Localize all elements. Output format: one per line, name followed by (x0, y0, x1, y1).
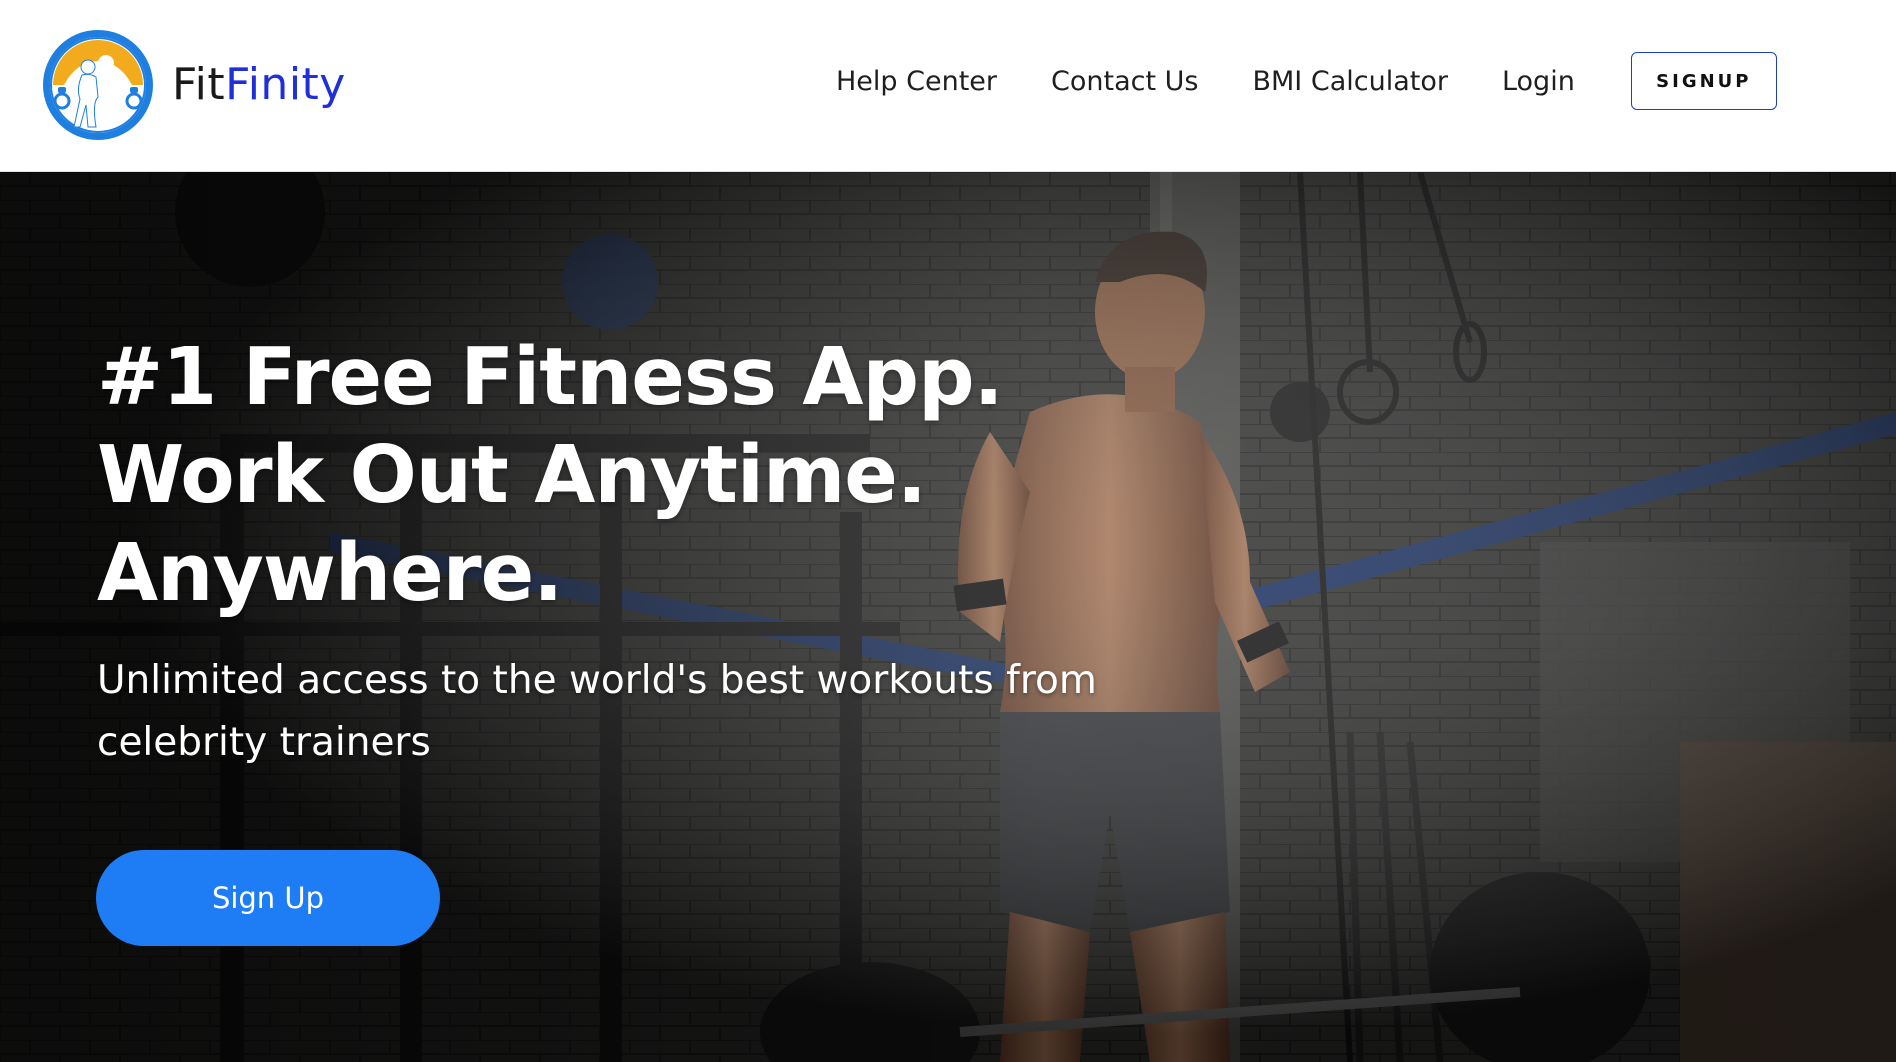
hero-section: #1 Free Fitness App. Work Out Anytime. A… (0, 172, 1896, 1062)
headline-line-1: #1 Free Fitness App. (97, 331, 1004, 423)
brand-name-finity: Finity (225, 59, 346, 110)
fitness-logo-icon (43, 30, 153, 140)
nav-link-bmi-calculator[interactable]: BMI Calculator (1252, 66, 1447, 97)
signup-button[interactable]: SIGNUP (1630, 52, 1777, 110)
site-header: FitFinity Help Center Contact Us BMI Cal… (0, 0, 1896, 172)
main-nav: Help Center Contact Us BMI Calculator Lo… (836, 52, 1777, 110)
nav-link-help-center[interactable]: Help Center (836, 66, 997, 97)
hero-subheadline: Unlimited access to the world's best wor… (97, 658, 1097, 765)
hero-signup-button[interactable]: Sign Up (96, 850, 440, 946)
nav-link-login[interactable]: Login (1502, 66, 1575, 97)
brand[interactable]: FitFinity (40, 26, 346, 144)
hero-headline: #1 Free Fitness App. Work Out Anytime. A… (97, 328, 1197, 622)
hero-copy: #1 Free Fitness App. Work Out Anytime. A… (97, 328, 1197, 813)
headline-line-2: Work Out Anytime. (97, 429, 927, 521)
brand-name-fit: Fit (172, 59, 226, 110)
brand-name: FitFinity (172, 63, 346, 107)
nav-link-contact-us[interactable]: Contact Us (1051, 66, 1198, 97)
headline-line-3: Anywhere. (97, 527, 563, 619)
